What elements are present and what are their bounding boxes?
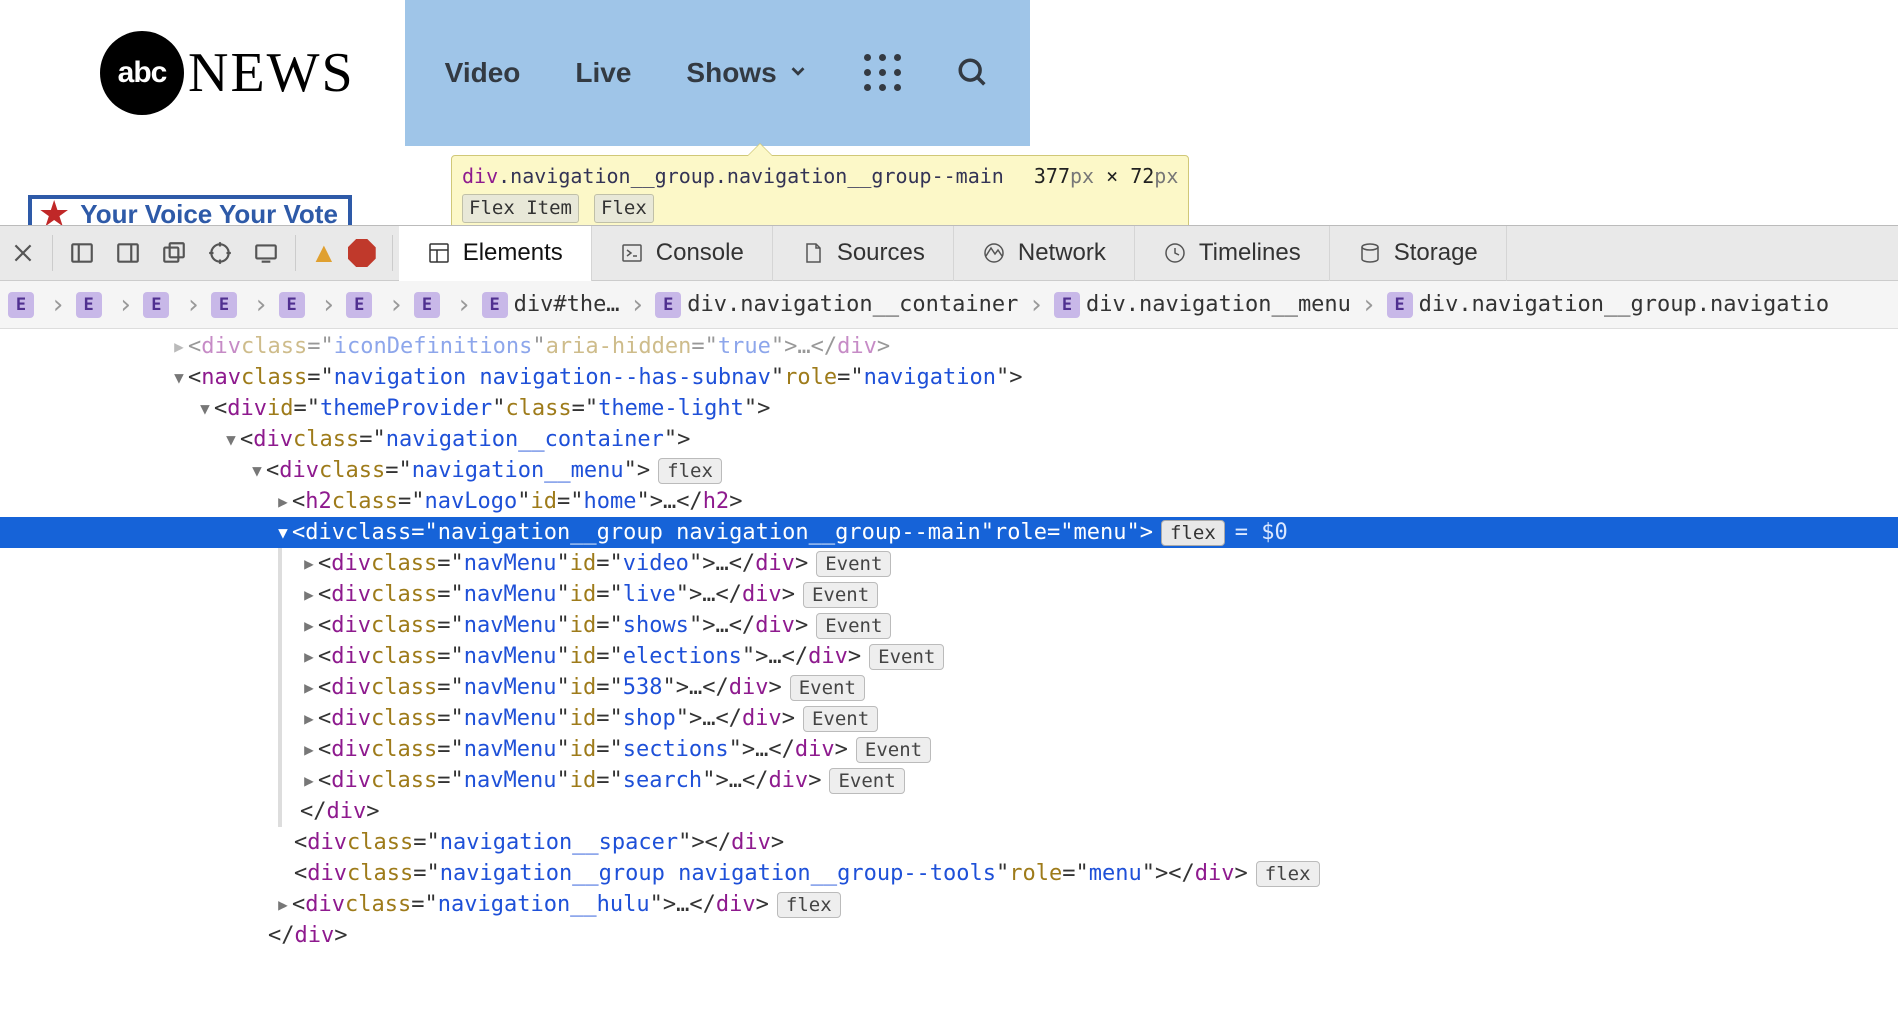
breadcrumb-ancestor[interactable]: E bbox=[72, 292, 112, 318]
breadcrumb-container[interactable]: Ediv.navigation__container bbox=[651, 292, 1022, 318]
tab-timelines[interactable]: Timelines bbox=[1135, 226, 1330, 281]
tree-line-nav[interactable]: ▼ <nav class="navigation navigation--has… bbox=[0, 362, 1898, 393]
flex-badge[interactable]: flex bbox=[1161, 520, 1225, 546]
event-badge[interactable]: Event bbox=[816, 613, 891, 639]
tooltip-dimensions: 377px × 72px bbox=[1034, 162, 1179, 190]
tab-timelines-label: Timelines bbox=[1199, 239, 1301, 267]
event-badge[interactable]: Event bbox=[803, 582, 878, 608]
element-inspect-tooltip: div.navigation__group.navigation__group-… bbox=[451, 155, 1189, 225]
tree-line-truncated[interactable]: ▶ <div class="iconDefinitions" aria-hidd… bbox=[0, 331, 1898, 362]
nav-item-live[interactable]: Live bbox=[575, 57, 631, 89]
breadcrumb-theme[interactable]: Ediv#the… bbox=[478, 292, 624, 318]
inspected-page-preview: abc NEWS Video Live Shows ★ Your Voice Y… bbox=[0, 0, 1898, 225]
event-badge[interactable]: Event bbox=[856, 737, 931, 763]
error-icon[interactable] bbox=[348, 239, 376, 267]
nav-item-video[interactable]: Video bbox=[445, 57, 521, 89]
nav-item-shows-label: Shows bbox=[686, 57, 776, 89]
tree-line-navmenu-video[interactable]: ▶ <div class="navMenu" id="video">…</div… bbox=[0, 548, 1898, 579]
tree-line-navmenu-538[interactable]: ▶ <div class="navMenu" id="538">…</div> … bbox=[0, 672, 1898, 703]
breadcrumb-ancestor[interactable]: E bbox=[275, 292, 315, 318]
warning-icon[interactable]: ▲ bbox=[310, 237, 338, 269]
tree-line-close-group-main[interactable]: </div> bbox=[0, 796, 1898, 827]
devtools-tabbar: ▲ Elements Console Sources Network Timel… bbox=[0, 226, 1898, 281]
tree-line-selected-group-main[interactable]: ▼ <div class="navigation__group navigati… bbox=[0, 517, 1898, 548]
tree-line-group-tools[interactable]: <div class="navigation__group navigation… bbox=[0, 858, 1898, 889]
tab-network[interactable]: Network bbox=[954, 226, 1135, 281]
event-badge[interactable]: Event bbox=[803, 706, 878, 732]
breadcrumb-ancestor[interactable]: E bbox=[207, 292, 247, 318]
tab-elements[interactable]: Elements bbox=[399, 226, 592, 281]
breadcrumb-group[interactable]: Ediv.navigation__group.navigatio bbox=[1383, 292, 1834, 318]
logo-circle: abc bbox=[100, 31, 184, 115]
tree-line-navmenu-shop[interactable]: ▶ <div class="navMenu" id="shop">…</div>… bbox=[0, 703, 1898, 734]
breadcrumb-ancestor[interactable]: E bbox=[139, 292, 179, 318]
dom-breadcrumb[interactable]: E› E› E› E› E› E› E› Ediv#the…› Ediv.nav… bbox=[0, 281, 1898, 329]
dock-popout-icon[interactable] bbox=[151, 226, 197, 281]
logo-wordmark: NEWS bbox=[188, 41, 355, 105]
flex-badge[interactable]: flex bbox=[658, 458, 722, 484]
tree-line-navmenu-search[interactable]: ▶ <div class="navMenu" id="search">…</di… bbox=[0, 765, 1898, 796]
tooltip-badge-flex-item: Flex Item bbox=[462, 194, 579, 223]
tab-network-label: Network bbox=[1018, 239, 1106, 267]
devtools-panel: ▲ Elements Console Sources Network Timel… bbox=[0, 225, 1898, 1014]
tooltip-tag: div bbox=[462, 164, 498, 188]
tab-storage[interactable]: Storage bbox=[1330, 226, 1507, 281]
inspect-element-icon[interactable] bbox=[197, 226, 243, 281]
search-icon bbox=[956, 56, 990, 90]
dock-left-icon[interactable] bbox=[59, 226, 105, 281]
nav-search-button[interactable] bbox=[956, 56, 990, 90]
breadcrumb-ancestor[interactable]: E bbox=[410, 292, 450, 318]
nav-group-highlighted: Video Live Shows bbox=[405, 0, 1030, 146]
flex-badge[interactable]: flex bbox=[777, 892, 841, 918]
grid-icon bbox=[864, 54, 901, 91]
event-badge[interactable]: Event bbox=[829, 768, 904, 794]
chevron-down-icon bbox=[787, 57, 809, 89]
tab-storage-label: Storage bbox=[1394, 239, 1478, 267]
site-logo[interactable]: abc NEWS bbox=[100, 31, 355, 115]
tree-line-navmenu[interactable]: ▼ <div class="navigation__menu"> flex bbox=[0, 455, 1898, 486]
tab-sources[interactable]: Sources bbox=[773, 226, 954, 281]
event-badge[interactable]: Event bbox=[816, 551, 891, 577]
tab-elements-label: Elements bbox=[463, 239, 563, 267]
tree-line-container[interactable]: ▼ <div class="navigation__container"> bbox=[0, 424, 1898, 455]
nav-item-shows[interactable]: Shows bbox=[686, 57, 808, 89]
election-banner-partial: ★ Your Voice Your Vote bbox=[28, 195, 352, 225]
tree-line-spacer[interactable]: <div class="navigation__spacer"></div> bbox=[0, 827, 1898, 858]
breadcrumb-ancestor[interactable]: E bbox=[342, 292, 382, 318]
nav-menu-grid-icon[interactable] bbox=[864, 54, 901, 91]
tooltip-badge-flex: Flex bbox=[594, 194, 654, 223]
tree-line-navmenu-shows[interactable]: ▶ <div class="navMenu" id="shows">…</div… bbox=[0, 610, 1898, 641]
tab-sources-label: Sources bbox=[837, 239, 925, 267]
tree-line-close-navmenu[interactable]: </div> bbox=[0, 920, 1898, 951]
tab-console[interactable]: Console bbox=[592, 226, 773, 281]
selected-node-indicator: = $0 bbox=[1235, 517, 1288, 548]
tab-console-label: Console bbox=[656, 239, 744, 267]
event-badge[interactable]: Event bbox=[790, 675, 865, 701]
site-header: abc NEWS Video Live Shows bbox=[0, 0, 1898, 145]
breadcrumb-menu[interactable]: Ediv.navigation__menu bbox=[1050, 292, 1355, 318]
responsive-mode-icon[interactable] bbox=[243, 226, 289, 281]
breadcrumb-ancestor[interactable]: E bbox=[4, 292, 44, 318]
banner-text: Your Voice Your Vote bbox=[80, 199, 338, 226]
star-icon: ★ bbox=[38, 206, 70, 222]
dock-right-icon[interactable] bbox=[105, 226, 151, 281]
tooltip-classes: .navigation__group.navigation__group--ma… bbox=[498, 164, 1004, 188]
tree-line-hulu[interactable]: ▶ <div class="navigation__hulu">…</div> … bbox=[0, 889, 1898, 920]
close-devtools-button[interactable] bbox=[0, 226, 46, 281]
tree-line-themeprovider[interactable]: ▼ <div id="themeProvider" class="theme-l… bbox=[0, 393, 1898, 424]
event-badge[interactable]: Event bbox=[869, 644, 944, 670]
tree-line-navmenu-sections[interactable]: ▶ <div class="navMenu" id="sections">…</… bbox=[0, 734, 1898, 765]
tree-line-h2-logo[interactable]: ▶ <h2 class="navLogo" id="home">…</h2> bbox=[0, 486, 1898, 517]
flex-badge[interactable]: flex bbox=[1256, 861, 1320, 887]
tree-line-navmenu-live[interactable]: ▶ <div class="navMenu" id="live">…</div>… bbox=[0, 579, 1898, 610]
tree-line-navmenu-elections[interactable]: ▶ <div class="navMenu" id="elections">…<… bbox=[0, 641, 1898, 672]
dom-tree[interactable]: ▶ <div class="iconDefinitions" aria-hidd… bbox=[0, 329, 1898, 1014]
